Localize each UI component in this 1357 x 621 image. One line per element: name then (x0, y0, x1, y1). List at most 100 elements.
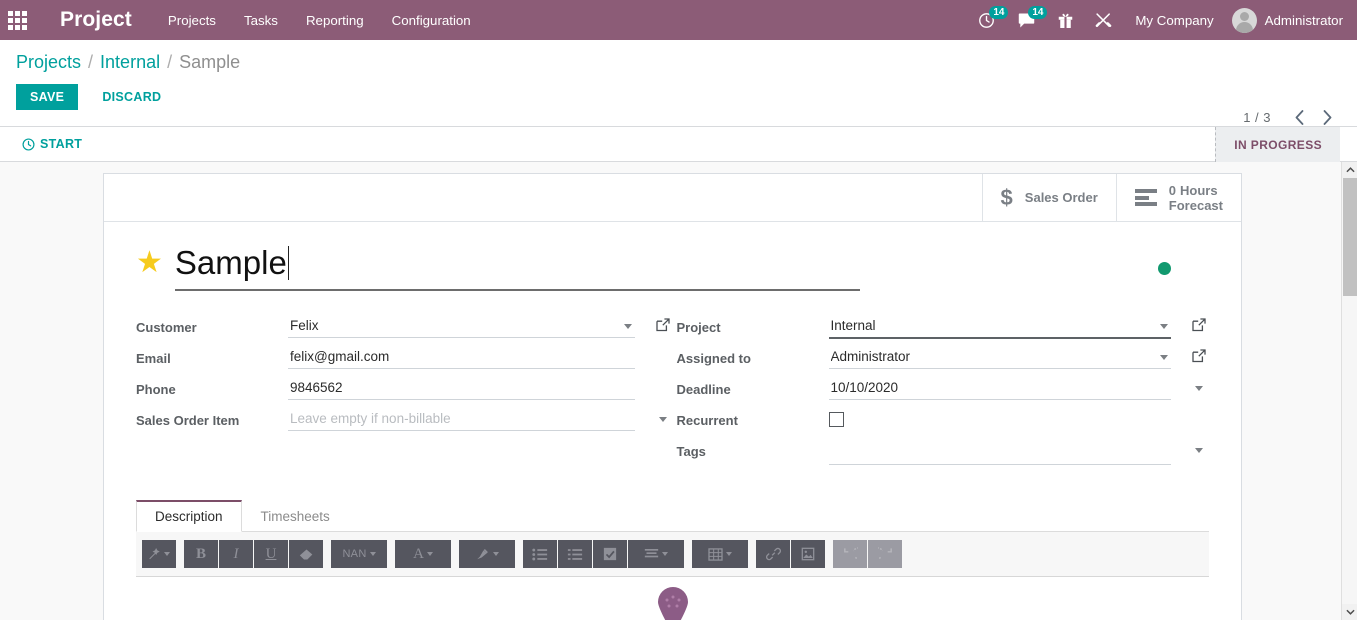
menu-item-configuration[interactable]: Configuration (392, 13, 471, 28)
internal-link-icon[interactable] (1191, 348, 1207, 364)
chevron-down-icon[interactable] (1195, 448, 1203, 453)
task-name-value[interactable]: Sample (175, 240, 287, 286)
redo-icon[interactable] (868, 540, 902, 568)
undo-icon[interactable] (833, 540, 867, 568)
font-size-icon[interactable]: NAN (331, 540, 387, 568)
stat-button-sales-order[interactable]: $ Sales Order (982, 174, 1116, 221)
activity-menu-button[interactable]: 14 (967, 0, 1006, 40)
start-timer-button[interactable]: START (22, 137, 82, 151)
eraser-icon[interactable] (289, 540, 323, 568)
tools-icon (1095, 12, 1112, 29)
scroll-down-button[interactable] (1342, 604, 1357, 620)
text-caret (288, 246, 289, 280)
project-input[interactable] (829, 315, 1172, 339)
breadcrumb-item-internal[interactable]: Internal (100, 52, 160, 73)
internal-link-icon[interactable] (1191, 317, 1207, 333)
chevron-down-icon[interactable] (659, 417, 667, 422)
gift-button[interactable] (1047, 0, 1084, 40)
chevron-down-icon[interactable] (624, 324, 632, 329)
field-row-deadline: Deadline (677, 377, 1210, 404)
field-row-customer: Customer (136, 315, 673, 342)
label-sales-order-item: Sales Order Item (136, 408, 288, 428)
label-customer: Customer (136, 315, 288, 335)
stat-forecast-label: Forecast (1169, 198, 1223, 213)
label-email: Email (136, 346, 288, 366)
email-input[interactable] (288, 346, 635, 369)
menu-item-tasks[interactable]: Tasks (244, 13, 278, 28)
paint-brush-icon[interactable] (459, 540, 515, 568)
image-icon[interactable] (791, 540, 825, 568)
toolbar-group-history (833, 540, 902, 568)
checklist-icon[interactable] (593, 540, 627, 568)
menu-item-projects[interactable]: Projects (168, 13, 216, 28)
stat-button-hours-forecast[interactable]: 0Hours Forecast (1116, 174, 1241, 221)
user-menu[interactable]: Administrator (1226, 8, 1349, 33)
form-columns: Customer (136, 315, 1209, 470)
bars-icon (1135, 189, 1157, 206)
odoo-loading-pin-icon (655, 587, 691, 620)
vertical-scrollbar[interactable] (1341, 162, 1357, 620)
chevron-down-icon (662, 552, 668, 556)
magic-wand-icon[interactable] (142, 540, 176, 568)
star-icon[interactable]: ★ (136, 240, 163, 286)
chevron-left-icon (1295, 110, 1304, 125)
recurrent-checkbox[interactable] (829, 412, 844, 427)
app-brand-title[interactable]: Project (60, 8, 132, 32)
save-button[interactable]: SAVE (16, 84, 78, 110)
font-size-label: NAN (342, 548, 366, 560)
main-menu: Projects Tasks Reporting Configuration (168, 13, 471, 28)
chevron-down-icon[interactable] (1195, 386, 1203, 391)
field-row-email: Email (136, 346, 673, 373)
tab-timesheets[interactable]: Timesheets (242, 500, 349, 532)
chevron-down-icon[interactable] (1160, 355, 1168, 360)
start-button-label: START (40, 137, 82, 151)
scrollbar-thumb[interactable] (1343, 178, 1357, 296)
customer-input[interactable] (288, 315, 635, 338)
assigned-to-input[interactable] (829, 346, 1172, 369)
task-name-field[interactable]: Sample (175, 240, 860, 291)
tab-description[interactable]: Description (136, 500, 242, 532)
apps-grid-icon[interactable] (0, 0, 34, 40)
internal-link-icon[interactable] (655, 317, 671, 333)
underline-icon[interactable]: U (254, 540, 288, 568)
field-tags (829, 439, 1210, 465)
italic-icon[interactable]: I (219, 540, 253, 568)
breadcrumb-item-projects[interactable]: Projects (16, 52, 81, 73)
field-row-phone: Phone (136, 377, 673, 404)
chevron-down-icon (370, 552, 376, 556)
field-customer (288, 315, 673, 338)
toolbar-group-table (692, 540, 748, 568)
pager-counter[interactable]: 1 / 3 (1243, 110, 1271, 125)
bold-icon[interactable]: B (184, 540, 218, 568)
discard-button[interactable]: DISCARD (88, 84, 175, 110)
field-row-project: Project (677, 315, 1210, 342)
align-icon[interactable] (628, 540, 684, 568)
font-color-icon[interactable]: A (395, 540, 451, 568)
tags-input[interactable] (829, 439, 1172, 465)
field-row-tags: Tags (677, 439, 1210, 466)
table-icon[interactable] (692, 540, 748, 568)
debug-tools-button[interactable] (1084, 0, 1123, 40)
user-avatar-icon (1232, 8, 1257, 33)
ordered-list-icon[interactable] (558, 540, 592, 568)
stage-in-progress[interactable]: IN PROGRESS (1215, 127, 1340, 162)
breadcrumb-item-current: Sample (179, 52, 240, 73)
stage-statusbar: IN PROGRESS (1215, 127, 1340, 162)
unordered-list-icon[interactable] (523, 540, 557, 568)
chevron-down-icon[interactable] (1160, 324, 1168, 329)
link-icon[interactable] (756, 540, 790, 568)
description-editor[interactable] (136, 577, 1209, 620)
record-sheet: $ Sales Order 0Hours Forecast ★ Sample (103, 173, 1242, 620)
scroll-up-button[interactable] (1342, 162, 1357, 178)
breadcrumb-separator: / (167, 52, 172, 73)
phone-input[interactable] (288, 377, 635, 400)
deadline-input[interactable] (829, 377, 1172, 400)
field-sales-order-item (288, 408, 673, 431)
menu-item-reporting[interactable]: Reporting (306, 13, 364, 28)
chevron-down-icon (726, 552, 732, 556)
messaging-menu-button[interactable]: 14 (1006, 0, 1047, 40)
sales-order-item-input[interactable] (288, 408, 635, 431)
field-row-assigned-to: Assigned to (677, 346, 1210, 373)
company-switcher[interactable]: My Company (1123, 13, 1225, 28)
kanban-state-dot[interactable] (1158, 262, 1171, 275)
